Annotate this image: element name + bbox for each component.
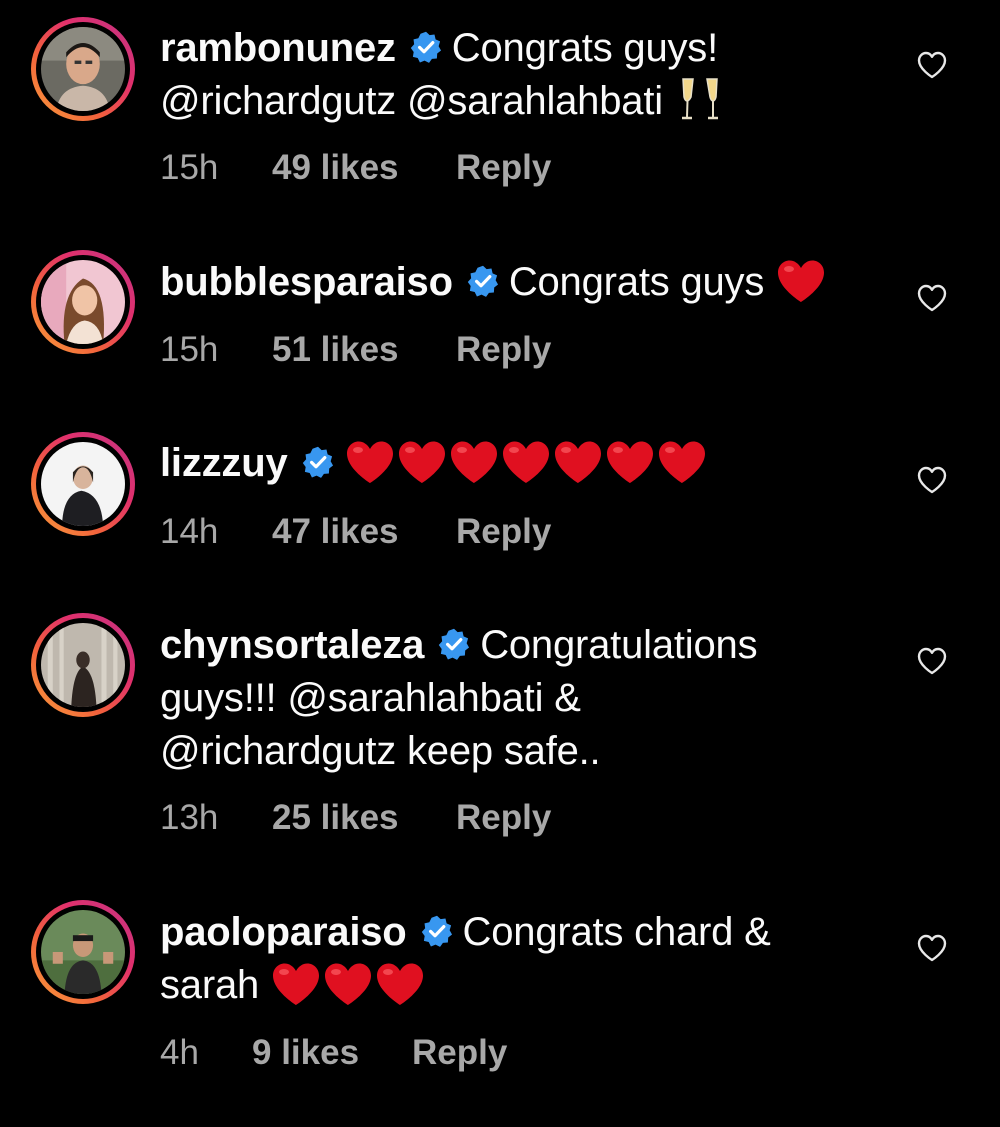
avatar-frame: [36, 618, 130, 712]
comment-body: rambonunez Congrats guys! @richardgutz @s…: [160, 22, 880, 129]
red-heart-icon: [448, 439, 500, 485]
comment-likes[interactable]: 51 likes: [272, 330, 456, 370]
comment-username[interactable]: chynsortaleza: [160, 623, 424, 667]
red-heart-icon: [322, 961, 374, 1007]
red-heart-icon: [552, 439, 604, 485]
avatar-image: [41, 27, 125, 111]
avatar-photo-icon: [41, 27, 125, 111]
avatar-photo-icon: [41, 442, 125, 526]
avatar-image: [41, 442, 125, 526]
comment-text: sarah: [160, 963, 260, 1007]
verified-badge-icon: [438, 628, 470, 661]
comment-time: 15h: [160, 330, 219, 369]
comment-text: Congrats chard &: [462, 910, 771, 954]
verified-badge-icon: [302, 446, 334, 479]
avatar-image: [41, 623, 125, 707]
red-heart-icon: [775, 258, 827, 304]
comment-meta: 4h 9 likes Reply: [160, 1033, 507, 1073]
reply-button[interactable]: Reply: [456, 148, 551, 188]
avatar-frame: [36, 22, 130, 116]
reply-button[interactable]: Reply: [456, 330, 551, 370]
comment-body: paoloparaiso Congrats chard & sarah: [160, 906, 880, 1013]
comment-hearts: [270, 963, 426, 1007]
avatar-frame: [36, 255, 130, 349]
comment-meta: 15h 51 likes Reply: [160, 330, 551, 370]
comment-text: Congrats guys!: [451, 26, 719, 70]
avatar[interactable]: [31, 432, 135, 536]
avatar-frame: [36, 437, 130, 531]
avatar-photo-icon: [41, 260, 125, 344]
avatar-photo-icon: [41, 623, 125, 707]
verified-badge-icon: [467, 265, 499, 298]
avatar-photo-icon: [41, 910, 125, 994]
heart-outline-icon[interactable]: [916, 50, 948, 80]
heart-outline-icon[interactable]: [916, 646, 948, 676]
red-heart-icon: [270, 961, 322, 1007]
comment-hearts: [344, 441, 708, 485]
comment-time: 4h: [160, 1033, 199, 1072]
avatar[interactable]: [31, 900, 135, 1004]
comment-username[interactable]: lizzzuy: [160, 441, 288, 485]
comment-likes[interactable]: 25 likes: [272, 798, 456, 838]
comment-username[interactable]: bubblesparaiso: [160, 260, 453, 304]
verified-badge-icon: [421, 915, 453, 948]
avatar-image: [41, 260, 125, 344]
comment-text: Congratulations: [480, 623, 758, 667]
red-heart-icon: [344, 439, 396, 485]
comment-time: 14h: [160, 512, 219, 551]
verified-badge-icon: [410, 31, 442, 64]
avatar-frame: [36, 905, 130, 999]
heart-outline-icon[interactable]: [916, 465, 948, 495]
comment-username[interactable]: paoloparaiso: [160, 910, 407, 954]
avatar[interactable]: [31, 250, 135, 354]
comment-meta: 14h 47 likes Reply: [160, 512, 551, 552]
comment-body: bubblesparaiso Congrats guys: [160, 256, 880, 310]
comment-time: 13h: [160, 798, 219, 837]
comment-meta: 13h 25 likes Reply: [160, 798, 551, 838]
comment-username[interactable]: rambonunez: [160, 26, 396, 70]
red-heart-icon: [604, 439, 656, 485]
reply-button[interactable]: Reply: [456, 512, 551, 552]
red-heart-icon: [396, 439, 448, 485]
reply-button[interactable]: Reply: [456, 798, 551, 838]
heart-outline-icon[interactable]: [916, 283, 948, 313]
comment-likes[interactable]: 49 likes: [272, 148, 456, 188]
heart-outline-icon[interactable]: [916, 933, 948, 963]
clinking-glasses-icon: [677, 77, 723, 123]
comment-likes[interactable]: 47 likes: [272, 512, 456, 552]
red-heart-icon: [374, 961, 426, 1007]
comment-text: guys!!! @sarahlahbati &: [160, 676, 581, 720]
comment-time: 15h: [160, 148, 219, 187]
reply-button[interactable]: Reply: [412, 1033, 507, 1073]
red-heart-icon: [500, 439, 552, 485]
comment-meta: 15h 49 likes Reply: [160, 148, 551, 188]
avatar-image: [41, 910, 125, 994]
avatar[interactable]: [31, 613, 135, 717]
comment-body: chynsortaleza Congratulations guys!!! @sa…: [160, 619, 880, 778]
comment-text: @richardgutz keep safe..: [160, 729, 601, 773]
comment-likes[interactable]: 9 likes: [252, 1033, 412, 1073]
red-heart-icon: [656, 439, 708, 485]
comment-body: lizzzuy: [160, 437, 880, 491]
comment-mentions[interactable]: @richardgutz @sarahlahbati: [160, 79, 663, 123]
avatar[interactable]: [31, 17, 135, 121]
comment-text: Congrats guys: [508, 260, 765, 304]
